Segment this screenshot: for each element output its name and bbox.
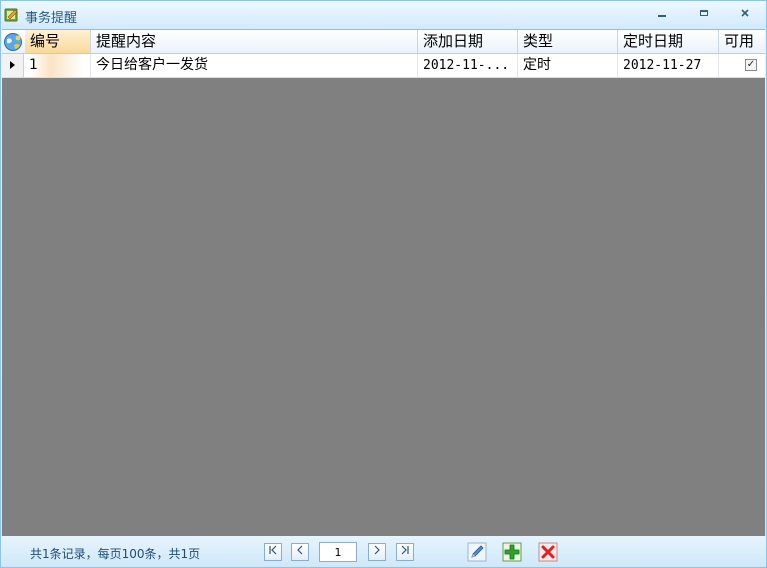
title-bar: 事务提醒 <box>1 1 766 29</box>
edit-button[interactable] <box>467 542 487 562</box>
first-page-icon <box>269 545 277 555</box>
add-icon <box>502 542 522 562</box>
cell-type[interactable]: 定时 <box>518 54 618 77</box>
status-bar: 共1条记录，每页100条，共1页 <box>1 536 766 567</box>
cell-timed-date[interactable]: 2012-11-27 <box>618 54 719 77</box>
record-summary: 共1条记录，每页100条，共1页 <box>30 547 201 561</box>
row-selector[interactable] <box>2 54 24 77</box>
enabled-checkbox[interactable]: ✓ <box>745 59 757 71</box>
close-button[interactable] <box>735 7 755 23</box>
column-header-enabled[interactable]: 可用 <box>719 30 765 53</box>
cell-id[interactable]: 1 <box>24 54 91 77</box>
column-header-timed-date[interactable]: 定时日期 <box>618 30 719 53</box>
last-page-button[interactable] <box>396 543 414 561</box>
delete-button[interactable] <box>538 542 558 562</box>
globe-icon <box>4 33 22 51</box>
page-number-input[interactable] <box>319 542 357 562</box>
next-page-button[interactable] <box>368 543 386 561</box>
column-header-type[interactable]: 类型 <box>518 30 618 53</box>
add-button[interactable] <box>502 542 522 562</box>
data-grid[interactable]: 编号 提醒内容 添加日期 类型 定时日期 可用 1 今日给客户一发货 2012-… <box>2 29 765 537</box>
delete-icon <box>538 542 558 562</box>
prev-page-button[interactable] <box>291 543 309 561</box>
column-header-content[interactable]: 提醒内容 <box>91 30 418 53</box>
minimize-icon <box>658 15 666 17</box>
reminder-window: 事务提醒 编号 提醒内容 添加日期 类型 定时日期 可用 1 今日给客户一发货 … <box>0 0 767 568</box>
last-page-icon <box>401 545 409 555</box>
current-row-icon <box>10 61 15 69</box>
first-page-button[interactable] <box>264 543 282 561</box>
minimize-button[interactable] <box>652 7 672 23</box>
app-icon <box>4 8 18 22</box>
cell-content[interactable]: 今日给客户一发货 <box>91 54 418 77</box>
grid-header: 编号 提醒内容 添加日期 类型 定时日期 可用 <box>2 30 765 54</box>
maximize-button[interactable] <box>694 7 714 23</box>
column-header-add-date[interactable]: 添加日期 <box>418 30 518 53</box>
column-header-id[interactable]: 编号 <box>25 30 91 53</box>
next-page-icon <box>374 545 380 555</box>
prev-page-icon <box>297 545 303 555</box>
pencil-icon <box>467 542 487 562</box>
maximize-icon <box>700 10 708 16</box>
close-icon <box>741 9 749 17</box>
cell-add-date[interactable]: 2012-11-... <box>418 54 518 77</box>
window-title: 事务提醒 <box>25 11 78 26</box>
table-row[interactable]: 1 今日给客户一发货 2012-11-... 定时 2012-11-27 ✓ <box>2 54 765 78</box>
